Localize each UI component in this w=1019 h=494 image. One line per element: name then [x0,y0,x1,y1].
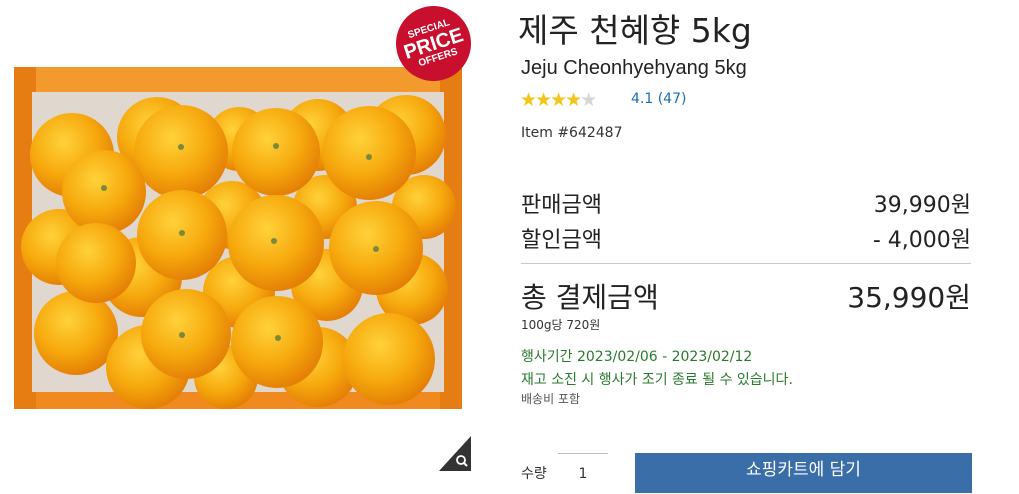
star-icon: ★ [535,89,552,111]
sale-price-label: 판매금액 [521,193,602,218]
price-divider [521,263,971,264]
star-icon: ★ [520,89,537,111]
unit-price: 100g당 720원 [521,318,601,332]
product-title-english: Jeju Cheonhyehyang 5kg [521,57,747,79]
zoom-button[interactable] [439,436,471,471]
shipping-info: 배송비 포함 [521,392,581,406]
item-number: Item #642487 [521,125,623,141]
star-icon: ★ [565,89,582,111]
sale-price-value: 39,990원 [873,193,971,218]
rating-link[interactable]: 4.1 (47) [631,91,686,107]
promotion-period: 행사기간 2023/02/06 - 2023/02/12 [521,349,753,365]
total-price-label: 총 결제금액 [521,281,659,314]
discount-value: - 4,000원 [872,228,971,253]
oranges-box-illustration [14,67,462,409]
quantity-input[interactable]: 1 [558,453,608,484]
discount-label: 할인금액 [521,228,602,253]
quantity-label: 수량 [521,466,547,482]
product-image[interactable] [14,67,462,409]
rating-stars: ★★★★★ [520,89,597,111]
star-icon: ★ [550,89,567,111]
product-title-korean: 제주 천혜향 5kg [518,11,752,50]
add-to-cart-button[interactable]: 쇼핑카트에 담기 [635,453,972,493]
star-icon: ★ [580,89,597,111]
total-price-value: 35,990원 [847,281,971,314]
promotion-notice: 재고 소진 시 행사가 조기 종료 될 수 있습니다. [521,372,793,388]
